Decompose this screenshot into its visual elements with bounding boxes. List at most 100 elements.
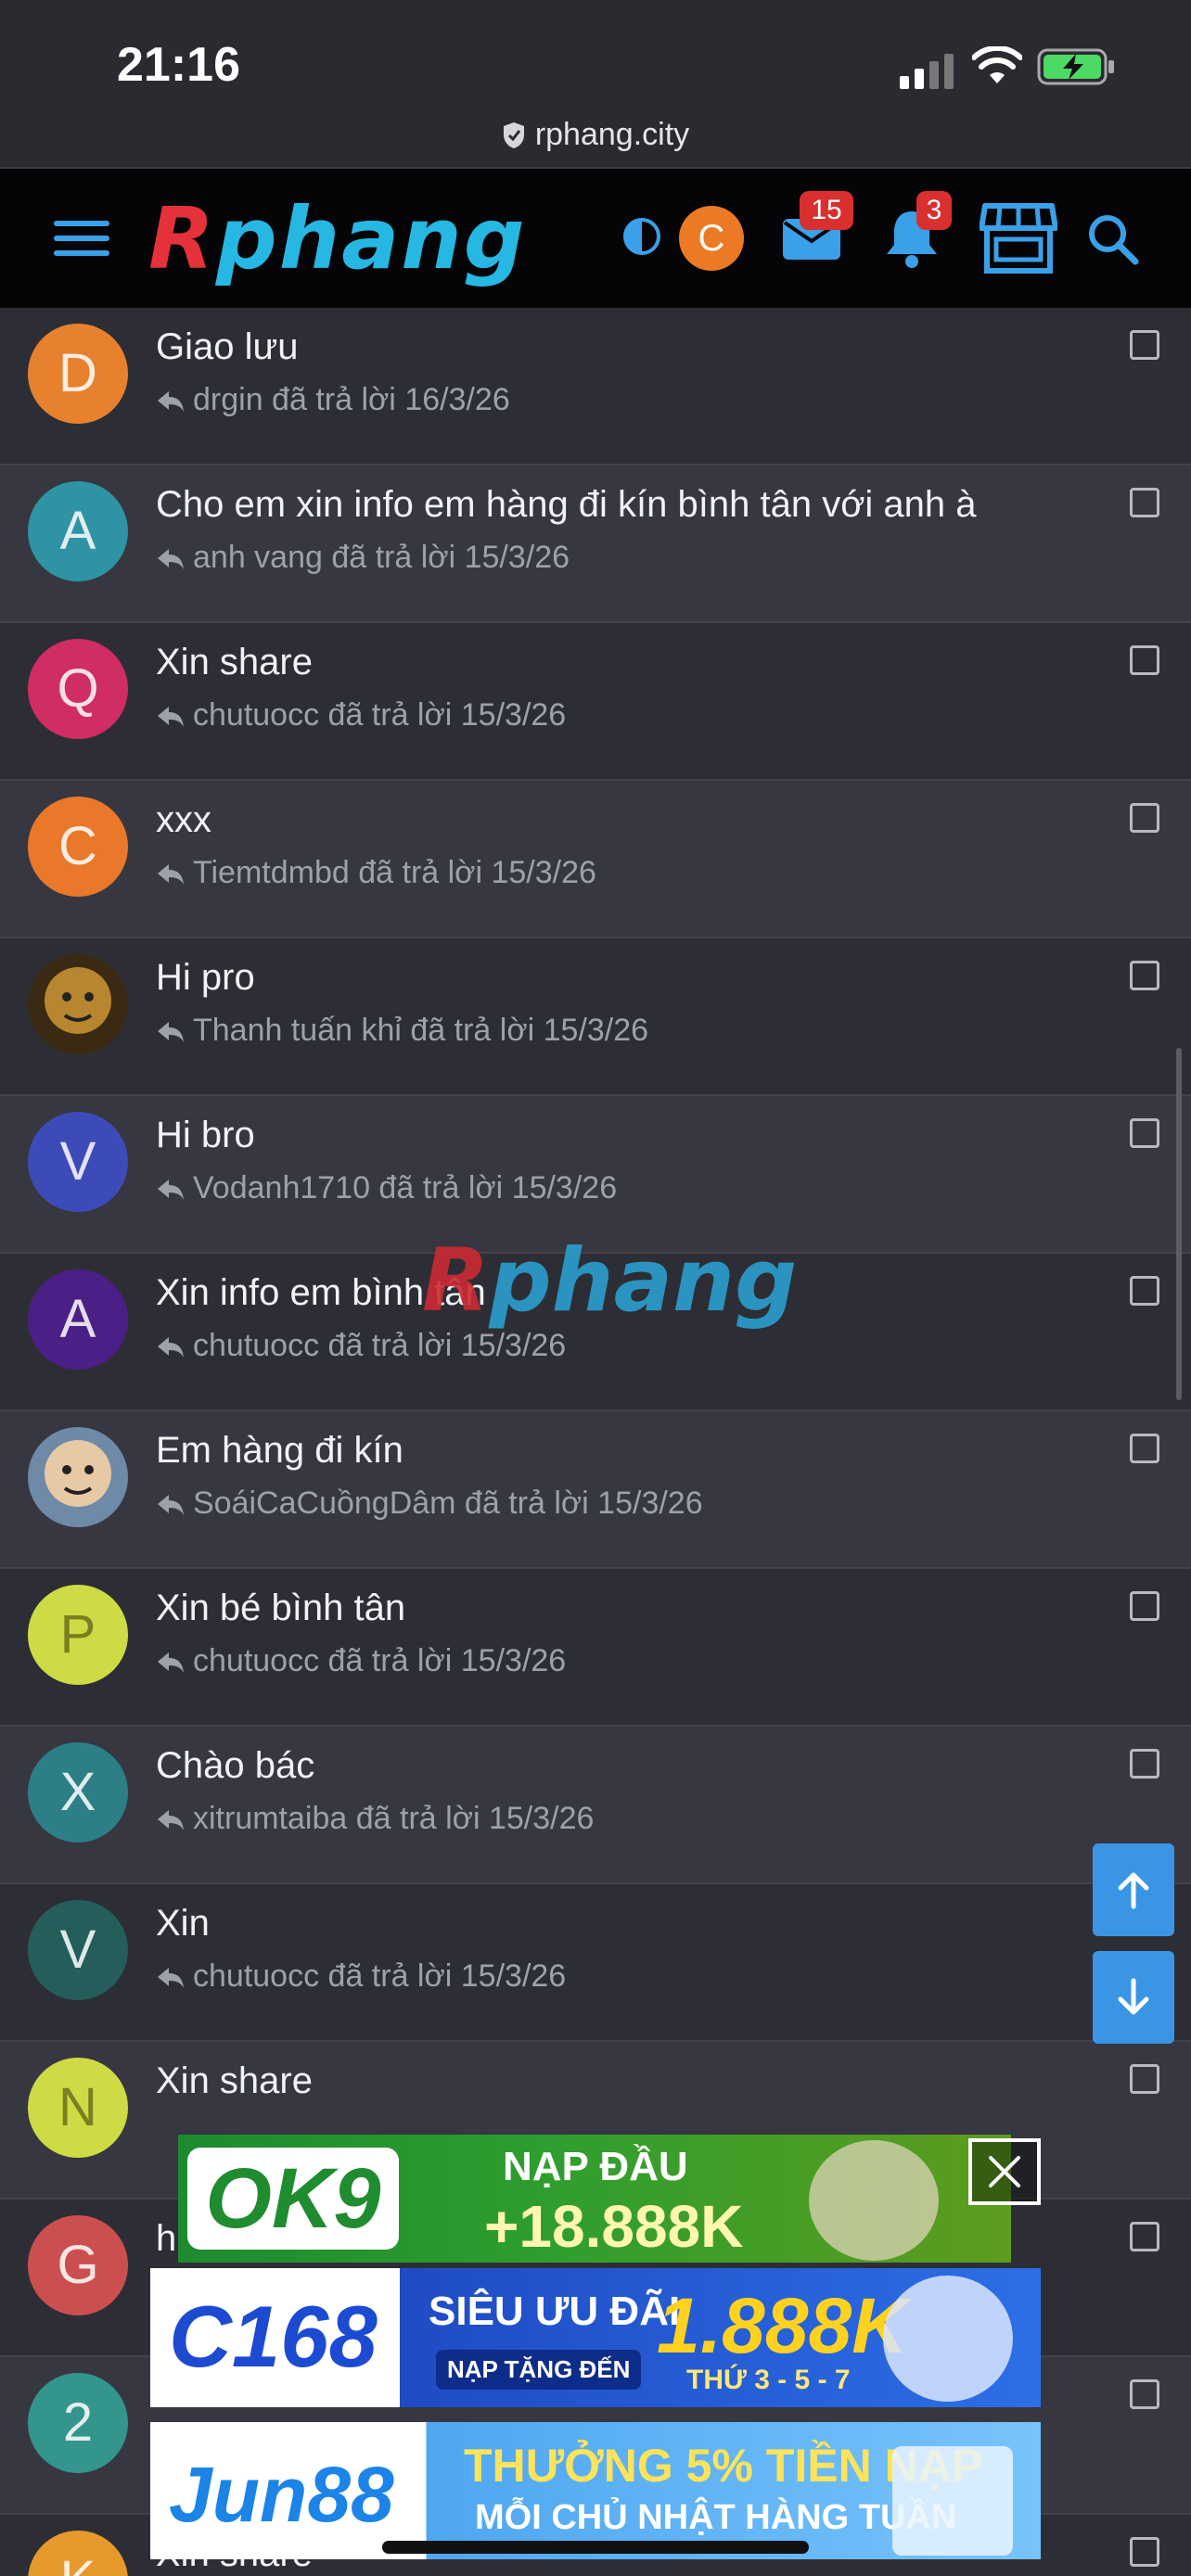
- scrollbar-thumb[interactable]: [1176, 1048, 1182, 1400]
- thread-title[interactable]: Hi pro: [156, 957, 255, 999]
- thread-avatar[interactable]: 2: [28, 2373, 128, 2473]
- logo-rest: phang: [215, 189, 527, 288]
- status-bar: 21:16: [0, 0, 1191, 109]
- thread-last-reply: Vodanh1710 đã trả lời 15/3/26: [156, 1170, 617, 1206]
- thread-select-checkbox[interactable]: [1130, 2222, 1159, 2251]
- thread-avatar[interactable]: A: [28, 1269, 128, 1370]
- site-logo[interactable]: Rphang: [148, 197, 527, 282]
- thread-meta-text: chutuocc đã trả lời 15/3/26: [193, 1643, 567, 1678]
- jun88-banner-ad[interactable]: Jun88 THƯỞNG 5% TIỀN NẠP MỖI CHỦ NHẬT HÀ…: [150, 2422, 1041, 2559]
- thread-title[interactable]: xxx: [156, 799, 211, 841]
- hamburger-menu-icon[interactable]: [54, 215, 109, 261]
- reply-icon: [158, 390, 184, 412]
- thread-avatar[interactable]: G: [28, 2215, 128, 2315]
- thread-avatar[interactable]: Q: [28, 639, 128, 739]
- url-text: rphang.city: [534, 117, 690, 152]
- thread-meta-text: drgin đã trả lời 16/3/26: [193, 382, 510, 417]
- thread-avatar[interactable]: C: [28, 797, 128, 897]
- thread-select-checkbox[interactable]: [1130, 961, 1159, 990]
- thread-meta-text: chutuocc đã trả lời 15/3/26: [193, 1328, 567, 1363]
- thread-row[interactable]: Cxxx Tiemtdmbd đã trả lời 15/3/26: [0, 781, 1191, 938]
- c168-days: THỨ 3 - 5 - 7: [686, 2365, 851, 2395]
- thread-row[interactable]: V Xin chutuocc đã trả lời 15/3/26: [0, 1884, 1191, 2042]
- thread-avatar[interactable]: V: [28, 1112, 128, 1212]
- thread-last-reply: Thanh tuấn khỉ đã trả lời 15/3/26: [156, 1013, 648, 1049]
- thread-select-checkbox[interactable]: [1130, 330, 1159, 360]
- thread-select-checkbox[interactable]: [1130, 803, 1159, 833]
- thread-title[interactable]: Xin share: [156, 2060, 313, 2102]
- thread-avatar[interactable]: K: [28, 2531, 128, 2576]
- logo-r: R: [148, 189, 216, 288]
- thread-select-checkbox[interactable]: [1130, 1749, 1159, 1779]
- arrow-up-icon: [1118, 1872, 1149, 1909]
- thread-meta-text: Tiemtdmbd đã trả lời 15/3/26: [193, 855, 596, 890]
- thread-title[interactable]: Giao lưu: [156, 326, 299, 368]
- thread-last-reply: chutuocc đã trả lời 15/3/26: [156, 1958, 566, 1995]
- thread-avatar[interactable]: N: [28, 2058, 128, 2158]
- reply-icon: [158, 548, 184, 569]
- thread-select-checkbox[interactable]: [1130, 1434, 1159, 1463]
- c168-mascot-image: [883, 2276, 1013, 2402]
- store-icon[interactable]: [980, 202, 1057, 274]
- thread-select-checkbox[interactable]: [1130, 2537, 1159, 2567]
- ad-close-button[interactable]: [968, 2138, 1041, 2205]
- home-indicator[interactable]: [382, 2541, 809, 2554]
- thread-title[interactable]: Cho em xin info em hàng đi kín bình tân …: [156, 484, 977, 526]
- thread-row[interactable]: D Giao lưu drgin đã trả lời 16/3/26: [0, 308, 1191, 465]
- ok9-model-image: [809, 2140, 939, 2261]
- thread-title[interactable]: Xin: [156, 1903, 210, 1945]
- thread-select-checkbox[interactable]: [1130, 645, 1159, 675]
- thread-last-reply: Tiemtdmbd đã trả lời 15/3/26: [156, 855, 596, 891]
- ok9-banner-ad[interactable]: OK9 NẠP ĐẦU +18.888K: [178, 2135, 1011, 2263]
- thread-row[interactable]: X Chào bác xitrumtaiba đã trả lời 15/3/26: [0, 1727, 1191, 1884]
- browser-url-bar[interactable]: rphang.city: [0, 109, 1191, 167]
- thread-select-checkbox[interactable]: [1130, 488, 1159, 517]
- thread-avatar[interactable]: A: [28, 481, 128, 581]
- thread-select-checkbox[interactable]: [1130, 1276, 1159, 1306]
- thread-avatar[interactable]: V: [28, 1900, 128, 2000]
- thread-row[interactable]: P Xin bé bình tân chutuocc đã trả lời 15/3…: [0, 1569, 1191, 1727]
- thread-select-checkbox[interactable]: [1130, 1118, 1159, 1148]
- c168-subline: NẠP TẶNG ĐẾN: [436, 2350, 642, 2390]
- thread-title[interactable]: Chào bác: [156, 1745, 314, 1787]
- thread-meta-text: anh vang đã trả lời 15/3/26: [193, 540, 570, 575]
- arrow-down-icon: [1118, 1978, 1149, 2015]
- thread-last-reply: chutuocc đã trả lời 15/3/26: [156, 697, 566, 733]
- thread-row[interactable]: Em hàng đi kín SoáiCaCuồngDâm đã trả lời …: [0, 1411, 1191, 1569]
- secure-lock-icon: [503, 121, 524, 148]
- thread-title[interactable]: Xin bé bình tân: [156, 1588, 405, 1629]
- thread-select-checkbox[interactable]: [1130, 2064, 1159, 2094]
- thread-avatar[interactable]: P: [28, 1585, 128, 1685]
- status-time: 21:16: [117, 38, 240, 92]
- scroll-to-top-button[interactable]: [1093, 1843, 1174, 1936]
- thread-meta-text: Thanh tuấn khỉ đã trả lời 15/3/26: [193, 1013, 649, 1048]
- thread-avatar[interactable]: D: [28, 324, 128, 424]
- watermark-r: R: [422, 1231, 490, 1332]
- thread-meta-text: xitrumtaiba đã trả lời 15/3/26: [193, 1801, 595, 1836]
- thread-last-reply: drgin đã trả lời 16/3/26: [156, 382, 510, 418]
- thread-select-checkbox[interactable]: [1130, 1591, 1159, 1621]
- search-icon[interactable]: [1085, 211, 1139, 265]
- ok9-amount: +18.888K: [484, 2193, 744, 2260]
- user-avatar[interactable]: C: [679, 206, 744, 271]
- c168-banner-ad[interactable]: C168 SIÊU ƯU ĐÃI NẠP TẶNG ĐẾN 1.888K THỨ…: [150, 2268, 1041, 2407]
- theme-toggle-icon[interactable]: [621, 216, 662, 257]
- scroll-to-bottom-button[interactable]: [1093, 1951, 1174, 2044]
- thread-title[interactable]: Hi bro: [156, 1115, 255, 1156]
- thread-last-reply: chutuocc đã trả lời 15/3/26: [156, 1643, 566, 1679]
- wifi-icon: [972, 46, 1022, 83]
- thread-last-reply: anh vang đã trả lời 15/3/26: [156, 540, 570, 576]
- thread-row[interactable]: Hi pro Thanh tuấn khỉ đã trả lời 15/3/26: [0, 938, 1191, 1096]
- thread-title[interactable]: h: [156, 2218, 176, 2260]
- thread-row[interactable]: A Cho em xin info em hàng đi kín bình tân…: [0, 465, 1191, 623]
- mail-count-badge: 15: [800, 191, 853, 230]
- thread-select-checkbox[interactable]: [1130, 2379, 1159, 2409]
- thread-avatar[interactable]: X: [28, 1742, 128, 1843]
- cartoon-avatar-image[interactable]: [28, 1427, 128, 1527]
- reply-icon: [158, 1494, 184, 1515]
- thread-title[interactable]: Xin share: [156, 642, 313, 683]
- notification-count-badge: 3: [916, 191, 952, 230]
- lion-avatar-image[interactable]: [28, 954, 128, 1054]
- thread-row[interactable]: Q Xin share chutuocc đã trả lời 15/3/26: [0, 623, 1191, 781]
- thread-title[interactable]: Em hàng đi kín: [156, 1430, 403, 1472]
